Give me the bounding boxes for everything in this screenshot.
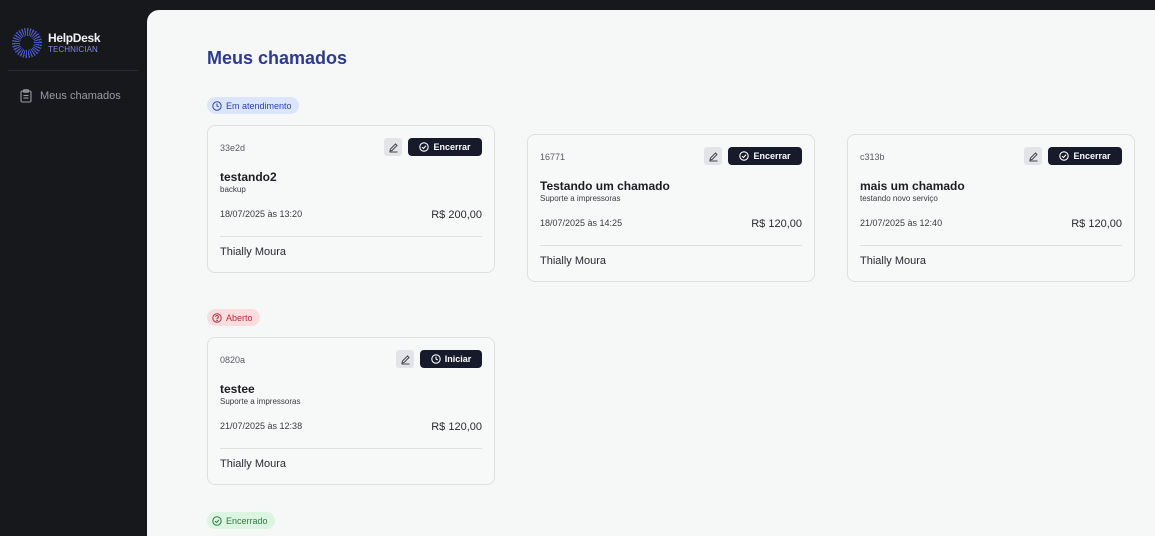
ticket-service: testando novo serviço <box>860 194 938 203</box>
edit-button[interactable] <box>384 138 402 156</box>
help-circle-icon <box>212 312 222 323</box>
clock-icon <box>212 100 222 111</box>
ticket-title: Testando um chamado <box>540 179 670 193</box>
brand-name: HelpDesk <box>48 31 101 45</box>
ticket-service: backup <box>220 185 246 194</box>
main-content: Meus chamados Em atendimento 33e2d Encer… <box>147 10 1155 536</box>
encerrar-button[interactable]: Encerrar <box>728 147 802 165</box>
ticket-id: 16771 <box>540 152 566 162</box>
ticket-service: Suporte a impressoras <box>220 397 301 406</box>
ticket-card[interactable]: 0820a Iniciar testee Suporte a impressor… <box>207 337 495 485</box>
sidebar-divider <box>8 70 138 71</box>
ticket-price: R$ 200,00 <box>431 209 482 221</box>
edit-button[interactable] <box>1024 147 1042 165</box>
brand-role: TECHNICIAN <box>48 45 98 54</box>
ticket-card[interactable]: c313b Encerrar mais um chamado testando … <box>847 134 1135 282</box>
card-divider <box>220 448 482 449</box>
pencil-icon <box>708 151 718 161</box>
status-badge-em-atendimento: Em atendimento <box>207 97 299 114</box>
iniciar-button[interactable]: Iniciar <box>420 350 482 368</box>
pencil-icon <box>388 142 398 152</box>
helpdesk-logo-icon <box>12 28 42 58</box>
sidebar: HelpDesk TECHNICIAN Meus chamados <box>0 0 147 536</box>
card-divider <box>540 245 802 246</box>
check-circle-icon <box>419 142 430 152</box>
pencil-icon <box>1028 151 1038 161</box>
ticket-price: R$ 120,00 <box>431 421 482 433</box>
ticket-datetime: 18/07/2025 às 13:20 <box>220 209 303 219</box>
ticket-technician: Thially Moura <box>860 255 927 267</box>
clipboard-icon <box>20 89 32 103</box>
ticket-technician: Thially Moura <box>220 246 287 258</box>
ticket-datetime: 21/07/2025 às 12:40 <box>860 218 943 228</box>
card-divider <box>220 236 482 237</box>
ticket-card[interactable]: 16771 Encerrar Testando um chamado Supor… <box>527 134 815 282</box>
ticket-id: c313b <box>860 152 885 162</box>
ticket-datetime: 18/07/2025 às 14:25 <box>540 218 623 228</box>
ticket-title: testee <box>220 382 255 396</box>
page-title: Meus chamados <box>207 48 348 68</box>
edit-button[interactable] <box>396 350 414 368</box>
encerrar-button[interactable]: Encerrar <box>1048 147 1122 165</box>
ticket-id: 33e2d <box>220 143 246 153</box>
sidebar-item-label: Meus chamados <box>40 90 121 102</box>
ticket-technician: Thially Moura <box>220 458 287 470</box>
ticket-id: 0820a <box>220 355 246 365</box>
status-badge-aberto: Aberto <box>207 309 260 326</box>
brand: HelpDesk TECHNICIAN <box>12 28 101 58</box>
ticket-title: testando2 <box>220 170 277 184</box>
sidebar-item-meus-chamados[interactable]: Meus chamados <box>8 84 138 108</box>
ticket-datetime: 21/07/2025 às 12:38 <box>220 421 303 431</box>
edit-button[interactable] <box>704 147 722 165</box>
encerrar-button[interactable]: Encerrar <box>408 138 482 156</box>
check-circle-icon <box>212 515 222 526</box>
ticket-title: mais um chamado <box>860 179 965 193</box>
check-circle-icon <box>739 151 750 161</box>
ticket-service: Suporte a impressoras <box>540 194 621 203</box>
ticket-technician: Thially Moura <box>540 255 607 267</box>
status-badge-encerrado: Encerrado <box>207 512 275 529</box>
ticket-price: R$ 120,00 <box>751 218 802 230</box>
pencil-icon <box>400 354 410 364</box>
ticket-price: R$ 120,00 <box>1071 218 1122 230</box>
card-divider <box>860 245 1122 246</box>
ticket-card[interactable]: 33e2d Encerrar testando2 backup 18/07/20… <box>207 125 495 273</box>
clock-icon <box>430 354 441 364</box>
check-circle-icon <box>1059 151 1070 161</box>
